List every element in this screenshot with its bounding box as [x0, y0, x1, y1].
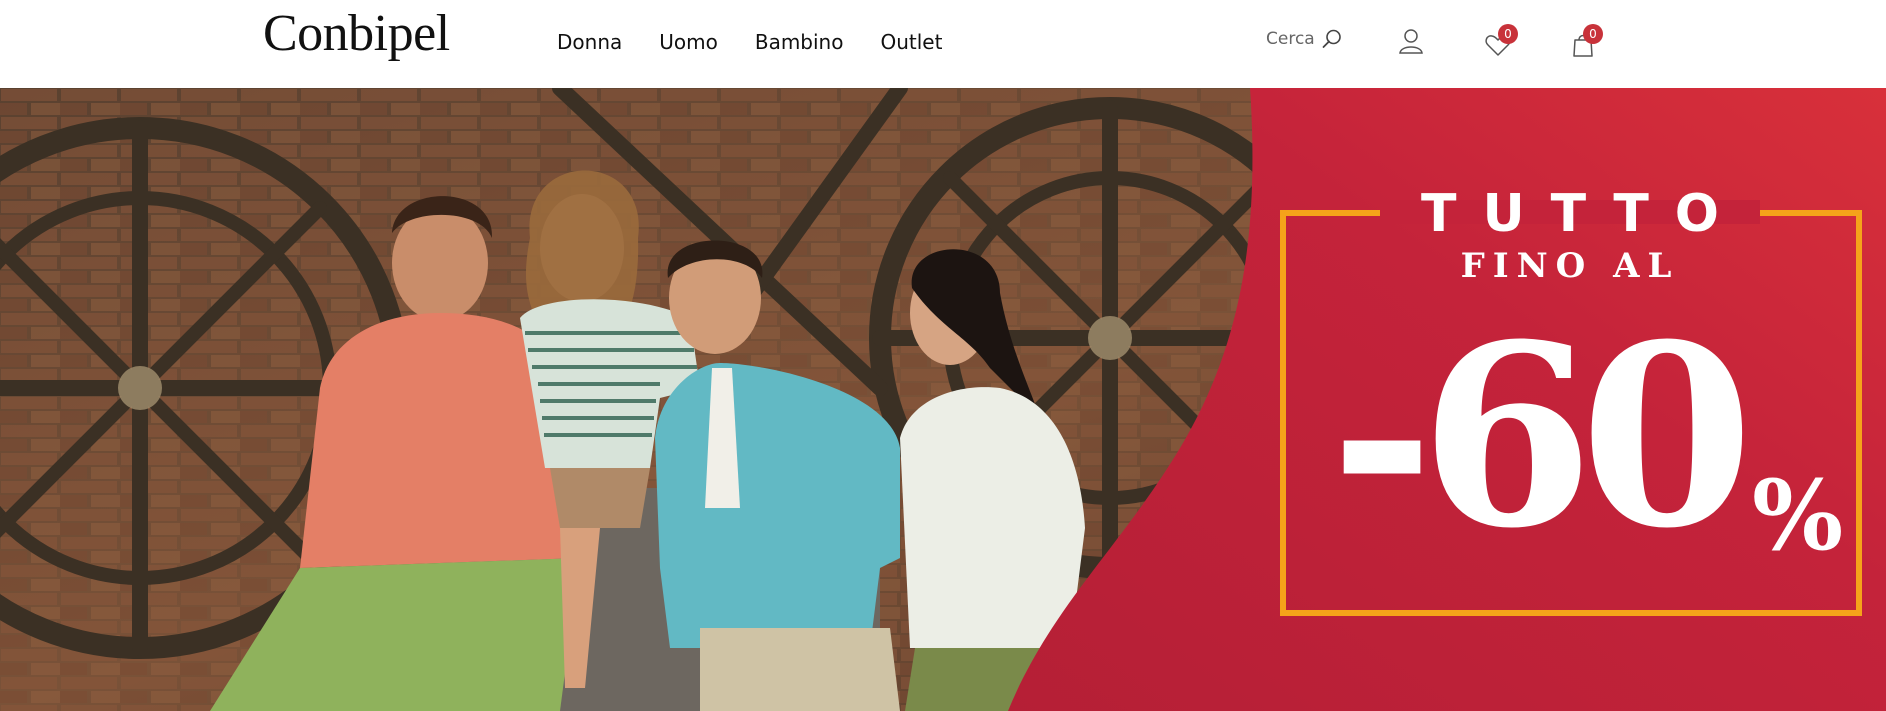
search-button[interactable]: Cerca — [1266, 28, 1343, 50]
cart-count-badge: 0 — [1583, 24, 1603, 44]
search-label: Cerca — [1266, 29, 1315, 49]
brand-logo[interactable]: Conbipel — [263, 8, 450, 60]
nav-item-donna[interactable]: Donna — [557, 30, 622, 54]
wishlist-button[interactable]: 0 — [1483, 24, 1518, 60]
promo-headline: TUTTO — [1420, 184, 1746, 244]
main-nav: Donna Uomo Bambino Outlet — [557, 30, 979, 54]
search-icon — [1322, 29, 1341, 48]
promo-subline: FINO AL — [1460, 246, 1680, 286]
hero-banner[interactable]: TUTTO FINO AL -60 % — [0, 88, 1886, 711]
site-header: Conbipel Donna Uomo Bambino Outlet Cerca… — [0, 0, 1886, 88]
nav-item-outlet[interactable]: Outlet — [880, 30, 942, 54]
wishlist-count-badge: 0 — [1498, 24, 1518, 44]
account-button[interactable] — [1396, 26, 1430, 60]
user-icon — [1399, 29, 1423, 54]
nav-item-uomo[interactable]: Uomo — [659, 30, 718, 54]
cart-button[interactable]: 0 — [1568, 24, 1603, 60]
promo-discount-value: -60 — [1330, 289, 1754, 583]
promo-percent-sign: % — [1752, 459, 1844, 572]
nav-item-bambino[interactable]: Bambino — [755, 30, 844, 54]
